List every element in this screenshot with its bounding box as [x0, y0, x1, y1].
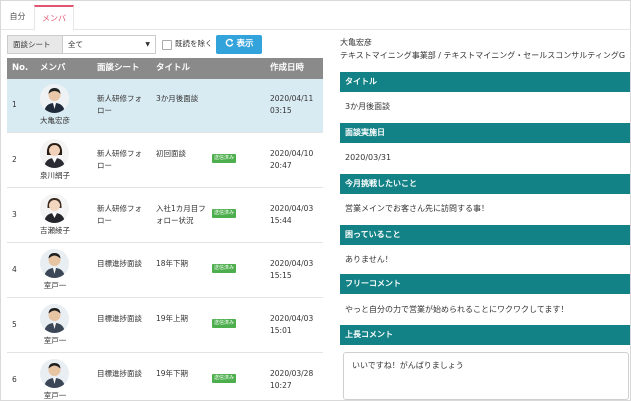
interview-title: 入社1カ月目フォロー状況: [156, 204, 206, 225]
member-name: 泉川絹子: [40, 171, 70, 180]
tab-members[interactable]: メンバ: [34, 5, 74, 31]
col-title[interactable]: タイトル: [156, 58, 190, 79]
sheet-name: 新人研修フォロー: [97, 204, 142, 225]
section-free-comment-body: やっと自分の力で営業が始められることにワクワクしてます！: [345, 305, 569, 314]
avatar: [40, 359, 69, 388]
member-name: 室戸一: [43, 281, 67, 290]
section-boss-comment-heading: 上長コメント: [340, 325, 630, 345]
section-date-body: 2020/03/31: [345, 153, 392, 162]
caret-down-icon: ▼: [145, 41, 150, 48]
row-no: 4: [12, 265, 17, 274]
sheet-name: 目標進捗面談: [97, 259, 142, 268]
table-row[interactable]: 2 泉川絹子 新人研修フォロー 初回面談 送信済み 2020/04/10 20:4…: [7, 134, 323, 188]
avatar: [40, 304, 69, 333]
interview-title: 3か月後面談: [156, 94, 199, 103]
sent-badge: 送信済み: [212, 154, 237, 163]
interview-title: 初回面談: [156, 149, 186, 158]
exclude-read-label: 既読を除く: [175, 39, 213, 48]
section-title-heading: タイトル: [340, 72, 630, 92]
created-date: 2020/04/03 15:01: [270, 314, 314, 335]
detail-member-org: テキストマイニング事業部 / テキストマイニング・セールスコンサルティングG: [340, 51, 626, 60]
boss-comment-textarea[interactable]: いいですね！がんばりましょう: [343, 352, 629, 400]
row-no: 3: [12, 210, 17, 219]
sheet-select[interactable]: 全て ▼: [62, 35, 156, 54]
sheet-name: 新人研修フォロー: [97, 94, 142, 115]
table-header: No. メンバ 面談シート タイトル 作成日時: [7, 58, 323, 79]
table-row[interactable]: 1 大亀宏彦 新人研修フォロー 3か月後面談 2020/04/11 03:15: [7, 79, 323, 133]
col-sheet[interactable]: 面談シート: [97, 58, 140, 79]
section-free-comment-heading: フリーコメント: [340, 274, 630, 294]
section-trouble-body: ありません！: [345, 255, 393, 264]
row-no: 6: [12, 375, 17, 384]
table-row[interactable]: 4 室戸一 目標進捗面談 18年下期 送信済み 2020/04/03 15:15: [7, 244, 323, 298]
member-name: 室戸一: [43, 391, 67, 400]
row-no: 2: [12, 155, 17, 164]
member-name: 室戸一: [43, 336, 67, 345]
show-button-label: 表示: [236, 39, 254, 49]
created-date: 2020/04/11 03:15: [270, 94, 314, 115]
interview-title: 19年下期: [156, 369, 189, 378]
col-member[interactable]: メンバ: [40, 58, 66, 79]
sheet-select-value: 全て: [68, 40, 83, 49]
interview-table: No. メンバ 面談シート タイトル 作成日時 1 大亀宏彦 新人研修フォロー …: [7, 58, 323, 400]
row-no: 1: [12, 100, 17, 109]
window: 自分 メンバ 面談シート 全て ▼ 既読を除く 表示 No. メンバ 面談シート…: [0, 0, 631, 401]
sheet-select-label: 面談シート: [7, 35, 62, 54]
section-trouble-heading: 困っていること: [340, 225, 630, 245]
created-date: 2020/03/28 10:27: [270, 369, 314, 390]
member-name: 吉瀬綾子: [40, 226, 70, 235]
sheet-name: 新人研修フォロー: [97, 149, 142, 170]
interview-title: 19年上期: [156, 314, 189, 323]
sent-badge: 送信済み: [212, 264, 237, 273]
tab-bar: 自分 メンバ: [1, 1, 630, 31]
interview-title: 18年下期: [156, 259, 189, 268]
sheet-name: 目標進捗面談: [97, 314, 142, 323]
refresh-icon: [225, 38, 237, 49]
sent-badge: 送信済み: [212, 209, 237, 218]
section-title-body: 3か月後面談: [345, 102, 391, 111]
sent-badge: 送信済み: [212, 319, 237, 328]
table-row[interactable]: 5 室戸一 目標進捗面談 19年上期 送信済み 2020/04/03 15:01: [7, 299, 323, 353]
section-date-heading: 面談実施日: [340, 123, 630, 143]
row-no: 5: [12, 320, 17, 329]
avatar: [40, 194, 69, 223]
table-row[interactable]: 3 吉瀬綾子 新人研修フォロー 入社1カ月目フォロー状況 送信済み 2020/0…: [7, 189, 323, 243]
col-no[interactable]: No.: [12, 58, 28, 79]
section-challenge-body: 営業メインでお客さん先に訪問する事！: [345, 204, 489, 213]
col-created[interactable]: 作成日時: [270, 58, 304, 79]
sent-badge: 送信済み: [212, 374, 237, 383]
detail-member-name: 大亀宏彦: [340, 38, 372, 47]
created-date: 2020/04/03 15:44: [270, 204, 314, 225]
tab-self[interactable]: 自分: [1, 5, 34, 30]
avatar: [40, 249, 69, 278]
avatar: [40, 84, 69, 113]
created-date: 2020/04/10 20:47: [270, 149, 314, 170]
exclude-read-checkbox[interactable]: [162, 40, 172, 50]
member-name: 大亀宏彦: [40, 116, 70, 125]
created-date: 2020/04/03 15:15: [270, 259, 314, 280]
section-challenge-heading: 今月挑戦したいこと: [340, 174, 630, 194]
avatar: [40, 139, 69, 168]
table-row[interactable]: 6 室戸一 目標進捗面談 19年下期 送信済み 2020/03/28 10:27: [7, 354, 323, 400]
sheet-name: 目標進捗面談: [97, 369, 142, 378]
detail-panel-header: 大亀宏彦 テキストマイニング事業部 / テキストマイニング・セールスコンサルティ…: [340, 37, 630, 64]
show-button[interactable]: 表示: [216, 35, 262, 54]
